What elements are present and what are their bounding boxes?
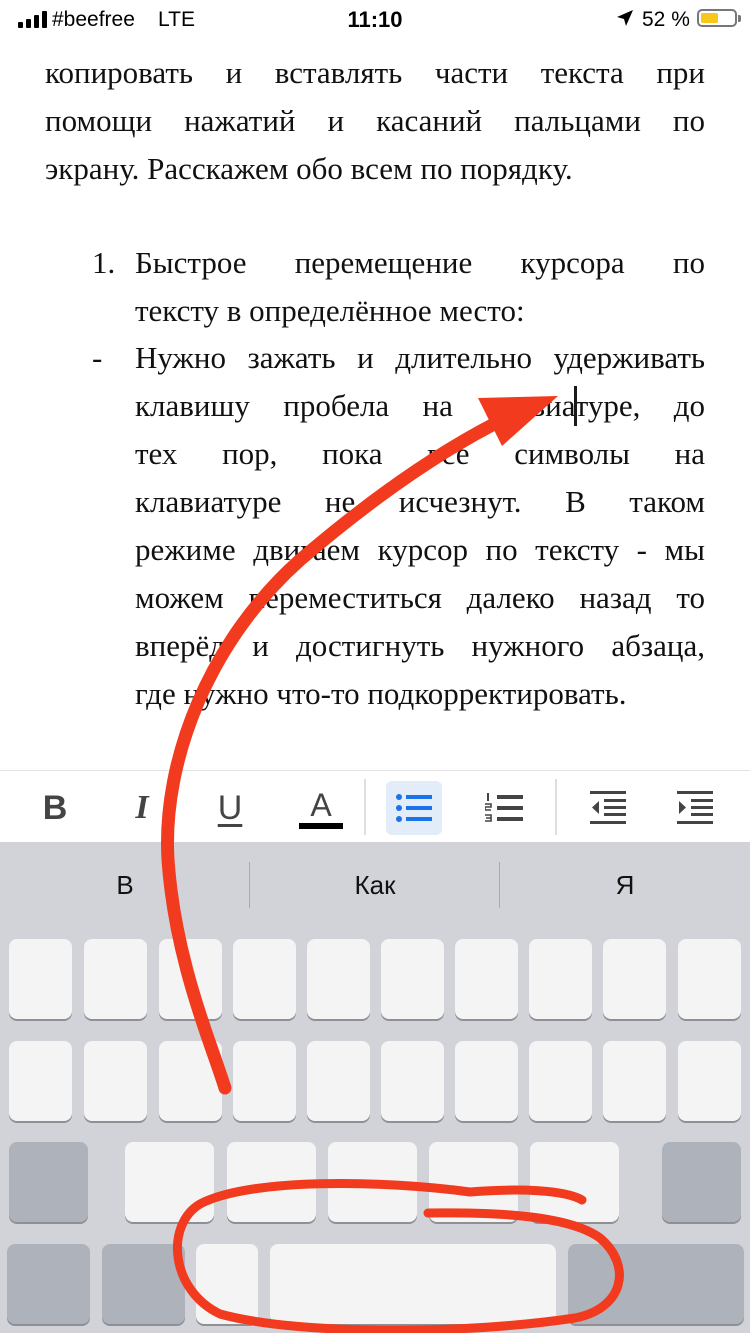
blank-key[interactable] [455, 939, 518, 1019]
increase-indent-icon [677, 791, 713, 824]
keyboard: В Как Я [0, 842, 750, 1333]
blank-key[interactable] [9, 1041, 72, 1121]
decrease-indent-icon [590, 791, 626, 824]
bold-icon: B [42, 789, 68, 827]
space-bar[interactable] [270, 1244, 556, 1324]
formatting-toolbar: B I U A [0, 770, 750, 843]
blank-key[interactable] [530, 1142, 619, 1222]
bulleted-list-button[interactable] [386, 781, 442, 835]
text-cursor [574, 386, 577, 426]
bullet-text: режиме двигаем курсор по тексту - мы [135, 532, 705, 567]
blank-key[interactable] [678, 939, 741, 1019]
list-item-text: Быстрое перемещение курсора по [135, 245, 705, 280]
numbered-list-icon [485, 793, 523, 822]
text-line: экрану. Расскажем обо всем по порядку. [45, 151, 573, 186]
bullet-text: клавиатуре не исчезнут. В таком [135, 484, 705, 519]
blank-key[interactable] [125, 1142, 214, 1222]
return-key[interactable] [568, 1244, 744, 1324]
globe-key[interactable] [102, 1244, 185, 1324]
blank-key[interactable] [603, 939, 666, 1019]
toolbar-divider [555, 779, 557, 835]
bullet-text: клавишу пробела на клавиатуре, до [135, 388, 705, 423]
suggestion-left[interactable]: В [0, 860, 250, 910]
blank-key[interactable] [307, 1041, 370, 1121]
blank-key[interactable] [84, 939, 147, 1019]
battery-icon [697, 9, 741, 27]
delete-key[interactable] [662, 1142, 741, 1222]
document-body[interactable]: копировать и вставлять части текста при … [0, 0, 750, 770]
clock: 11:10 [347, 7, 403, 32]
blank-key[interactable] [678, 1041, 741, 1121]
blank-key[interactable] [159, 939, 222, 1019]
bullet-text: где нужно что-то подкорректировать. [135, 676, 627, 711]
blank-key[interactable] [227, 1142, 316, 1222]
blank-key[interactable] [381, 1041, 444, 1121]
blank-key[interactable] [159, 1041, 222, 1121]
italic-button[interactable]: I [114, 781, 170, 835]
location-arrow-icon [617, 10, 633, 26]
blank-key[interactable] [233, 1041, 296, 1121]
suggestion-right[interactable]: Я [500, 860, 750, 910]
increase-indent-button[interactable] [667, 781, 723, 835]
text-color-swatch [299, 823, 343, 829]
blank-key[interactable] [529, 1041, 592, 1121]
list-bullet: - [92, 340, 103, 375]
toolbar-divider [364, 779, 366, 835]
blank-key[interactable] [328, 1142, 417, 1222]
text-color-icon: A [310, 787, 332, 823]
blank-key[interactable] [429, 1142, 518, 1222]
underline-icon: U [217, 789, 243, 827]
bullet-text: тех пор, пока все символы на [135, 436, 705, 471]
status-bar: #beefree LTE 11:10 52 % [0, 0, 750, 38]
numbered-list-button[interactable] [476, 781, 532, 835]
blank-key[interactable] [84, 1041, 147, 1121]
bullet-text: Нужно зажать и длительно удерживать [135, 340, 705, 375]
italic-icon: I [135, 789, 149, 826]
decrease-indent-button[interactable] [580, 781, 636, 835]
blank-key[interactable] [381, 939, 444, 1019]
text-line: копировать и вставлять части текста при [45, 55, 705, 90]
blank-key[interactable] [196, 1244, 258, 1324]
list-item-text: тексту в определённое место: [135, 293, 525, 328]
battery-percent: 52 % [642, 8, 690, 31]
text-line: помощи нажатий и касаний пальцами по [45, 103, 705, 138]
bulleted-list-icon [396, 794, 432, 822]
blank-key[interactable] [233, 939, 296, 1019]
bullet-text: можем переместиться далеко назад то [135, 580, 705, 615]
numbers-key[interactable] [7, 1244, 90, 1324]
list-number: 1. [92, 245, 116, 280]
blank-key[interactable] [455, 1041, 518, 1121]
text-color-button[interactable]: A [293, 781, 349, 835]
blank-key[interactable] [9, 939, 72, 1019]
shift-key[interactable] [9, 1142, 88, 1222]
bold-button[interactable]: B [27, 781, 83, 835]
blank-key[interactable] [603, 1041, 666, 1121]
blank-key[interactable] [529, 939, 592, 1019]
blank-key[interactable] [307, 939, 370, 1019]
bullet-text: вперёд и достигнуть нужного абзаца, [135, 628, 705, 663]
suggestion-center[interactable]: Как [250, 860, 500, 910]
underline-button[interactable]: U [202, 781, 258, 835]
